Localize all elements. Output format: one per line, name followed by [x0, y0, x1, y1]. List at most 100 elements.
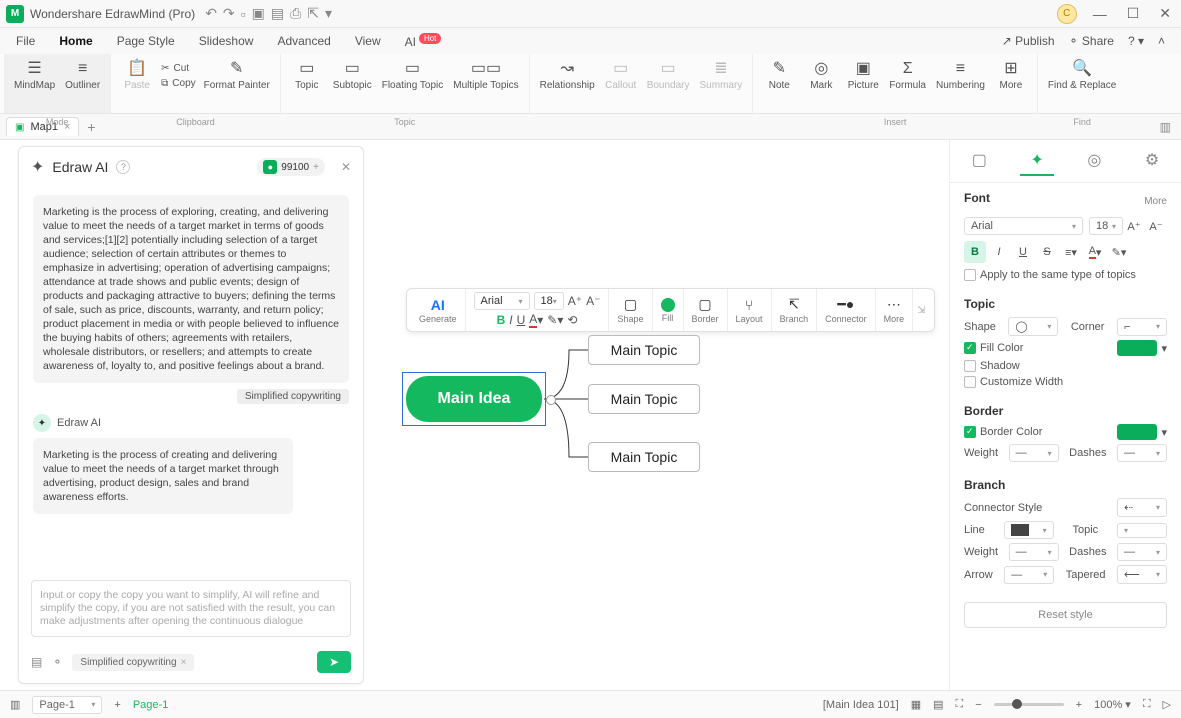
border-dashes-select[interactable]: —▾ — [1117, 444, 1167, 462]
paste-button[interactable]: 📋Paste — [117, 58, 157, 93]
underline-button[interactable]: U — [517, 313, 526, 327]
fullscreen-icon[interactable]: ⛶ — [1143, 698, 1151, 711]
main-idea-node[interactable]: Main Idea — [406, 376, 542, 422]
mark-button[interactable]: ◎Mark — [801, 58, 841, 93]
callout-button[interactable]: ▭Callout — [601, 58, 641, 93]
connector-style-select[interactable]: ⇠▾ — [1117, 498, 1167, 517]
border-button[interactable]: ▢Border — [684, 289, 728, 331]
bold-button[interactable]: B — [497, 313, 506, 327]
connector-button[interactable]: ━●Connector — [817, 289, 876, 331]
menu-page-style[interactable]: Page Style — [117, 34, 175, 48]
publish-button[interactable]: ↗ Publish — [1002, 34, 1055, 48]
border-weight-select[interactable]: —▾ — [1009, 444, 1059, 462]
ai-help-icon[interactable]: ? — [116, 160, 130, 174]
open-icon[interactable]: ▣ — [252, 5, 265, 22]
ai-panel-close-icon[interactable]: ✕ — [341, 160, 351, 174]
menu-ai[interactable]: AIHot — [405, 34, 442, 49]
numbering-button[interactable]: ≡Numbering — [932, 58, 989, 93]
subtopic-button[interactable]: ▭Subtopic — [329, 58, 376, 93]
strike-button[interactable]: S — [1036, 241, 1058, 263]
panel-toggle-icon[interactable]: ▥ — [1160, 120, 1171, 134]
apply-same-checkbox[interactable]: Apply to the same type of topics — [964, 269, 1136, 281]
maximize-button[interactable]: ☐ — [1123, 5, 1144, 22]
insert-more-button[interactable]: ⊞More — [991, 58, 1031, 93]
zoom-slider[interactable] — [994, 703, 1064, 706]
border-color-swatch[interactable] — [1117, 424, 1157, 440]
font-size-select[interactable]: 18▾ — [534, 292, 564, 310]
font-family-select[interactable]: Arial▾ — [474, 292, 530, 310]
zoom-out-button[interactable]: − — [975, 699, 981, 711]
multiple-topics-button[interactable]: ▭▭Multiple Topics — [449, 58, 522, 93]
cut-button[interactable]: ✂ Cut — [159, 62, 198, 75]
page-select[interactable]: Page-1▾ — [32, 696, 102, 714]
font-shrink-icon[interactable]: A⁻ — [1145, 215, 1167, 237]
view-mode-icon-2[interactable]: ▤ — [933, 698, 943, 711]
fit-icon[interactable]: ⛶ — [956, 698, 964, 711]
note-button[interactable]: ✎Note — [759, 58, 799, 93]
menu-advanced[interactable]: Advanced — [277, 34, 330, 48]
ai-input-field[interactable]: Input or copy the copy you want to simpl… — [31, 580, 351, 637]
present-icon[interactable]: ▷ — [1163, 698, 1171, 711]
toolbar-more-button[interactable]: ⋯More — [876, 289, 914, 331]
user-avatar[interactable]: C — [1057, 4, 1077, 24]
page-tab[interactable]: Page-1 — [133, 699, 168, 711]
align-button[interactable]: ≡▾ — [1060, 241, 1082, 263]
font-grow-icon[interactable]: A⁺ — [1123, 215, 1145, 237]
copy-button[interactable]: ⧉ Copy — [159, 77, 198, 90]
bold-button[interactable]: B — [964, 241, 986, 263]
picture-button[interactable]: ▣Picture — [843, 58, 883, 93]
highlight-button[interactable]: ✎▾ — [1108, 241, 1130, 263]
find-replace-button[interactable]: 🔍Find & Replace — [1044, 58, 1120, 93]
menu-view[interactable]: View — [355, 34, 381, 48]
layout-toggle-icon[interactable]: ▥ — [10, 698, 20, 711]
close-button[interactable]: ✕ — [1155, 5, 1175, 22]
props-tab-style-icon[interactable]: ▢ — [962, 146, 997, 176]
undo-icon[interactable]: ↶ — [205, 5, 217, 22]
ai-token-badge[interactable]: ●99100+ — [257, 158, 325, 176]
share-button[interactable]: ⚬ Share — [1069, 34, 1114, 48]
shape-select[interactable]: ◯▾ — [1008, 317, 1058, 336]
corner-select[interactable]: ⌐▾ — [1117, 318, 1167, 336]
branch-weight-select[interactable]: —▾ — [1009, 543, 1059, 561]
view-mode-icon[interactable]: ▦ — [911, 698, 921, 711]
font-size-select[interactable]: 18▾ — [1089, 217, 1123, 235]
help-icon[interactable]: ? ▾ — [1128, 34, 1144, 48]
reset-style-button[interactable]: Reset style — [964, 602, 1167, 628]
node-handle[interactable] — [546, 395, 556, 405]
underline-button[interactable]: U — [1012, 241, 1034, 263]
topic-node[interactable]: Main Topic — [588, 335, 700, 365]
outliner-mode-button[interactable]: ≡Outliner — [61, 58, 104, 93]
relationship-button[interactable]: ↝Relationship — [536, 58, 599, 93]
format-painter-button[interactable]: ✎Format Painter — [200, 58, 274, 93]
topic-node[interactable]: Main Topic — [588, 384, 700, 414]
qat-more-icon[interactable]: ▾ — [325, 5, 332, 22]
ai-graph-icon[interactable]: ⚬ — [52, 655, 62, 669]
font-color-button[interactable]: A▾ — [1084, 241, 1106, 263]
clear-format-button[interactable]: ⟲ — [567, 313, 577, 327]
branch-topic-select[interactable]: ▾ — [1117, 523, 1167, 538]
shape-button[interactable]: ▢Shape — [609, 289, 652, 331]
add-page-button[interactable]: + — [114, 699, 120, 711]
branch-button[interactable]: ↸Branch — [772, 289, 818, 331]
italic-button[interactable]: I — [509, 313, 512, 327]
font-more-link[interactable]: More — [1144, 196, 1167, 207]
summary-button[interactable]: ≣Summary — [696, 58, 747, 93]
fill-color-checkbox[interactable]: Fill Color — [964, 342, 1023, 354]
font-decrease-icon[interactable]: A⁻ — [586, 294, 600, 308]
custom-width-checkbox[interactable]: Customize Width — [964, 376, 1063, 388]
fill-button[interactable]: Fill — [653, 289, 684, 331]
menu-home[interactable]: Home — [59, 34, 92, 48]
italic-button[interactable]: I — [988, 241, 1010, 263]
save-icon[interactable]: ▤ — [271, 5, 284, 22]
collapse-ribbon-icon[interactable]: ˄ — [1158, 34, 1165, 48]
border-color-checkbox[interactable]: Border Color — [964, 426, 1042, 438]
menu-slideshow[interactable]: Slideshow — [199, 34, 254, 48]
font-increase-icon[interactable]: A⁺ — [568, 294, 582, 308]
minimize-button[interactable]: — — [1089, 6, 1111, 22]
arrow-select[interactable]: —▾ — [1004, 566, 1054, 584]
ai-mode-tag[interactable]: Simplified copywriting× — [72, 654, 194, 671]
props-tab-settings-icon[interactable]: ⚙ — [1135, 146, 1169, 176]
print-icon[interactable]: ⎙ — [290, 5, 301, 22]
floating-topic-button[interactable]: ▭Floating Topic — [378, 58, 448, 93]
props-tab-format-icon[interactable]: ✦ — [1020, 146, 1053, 176]
